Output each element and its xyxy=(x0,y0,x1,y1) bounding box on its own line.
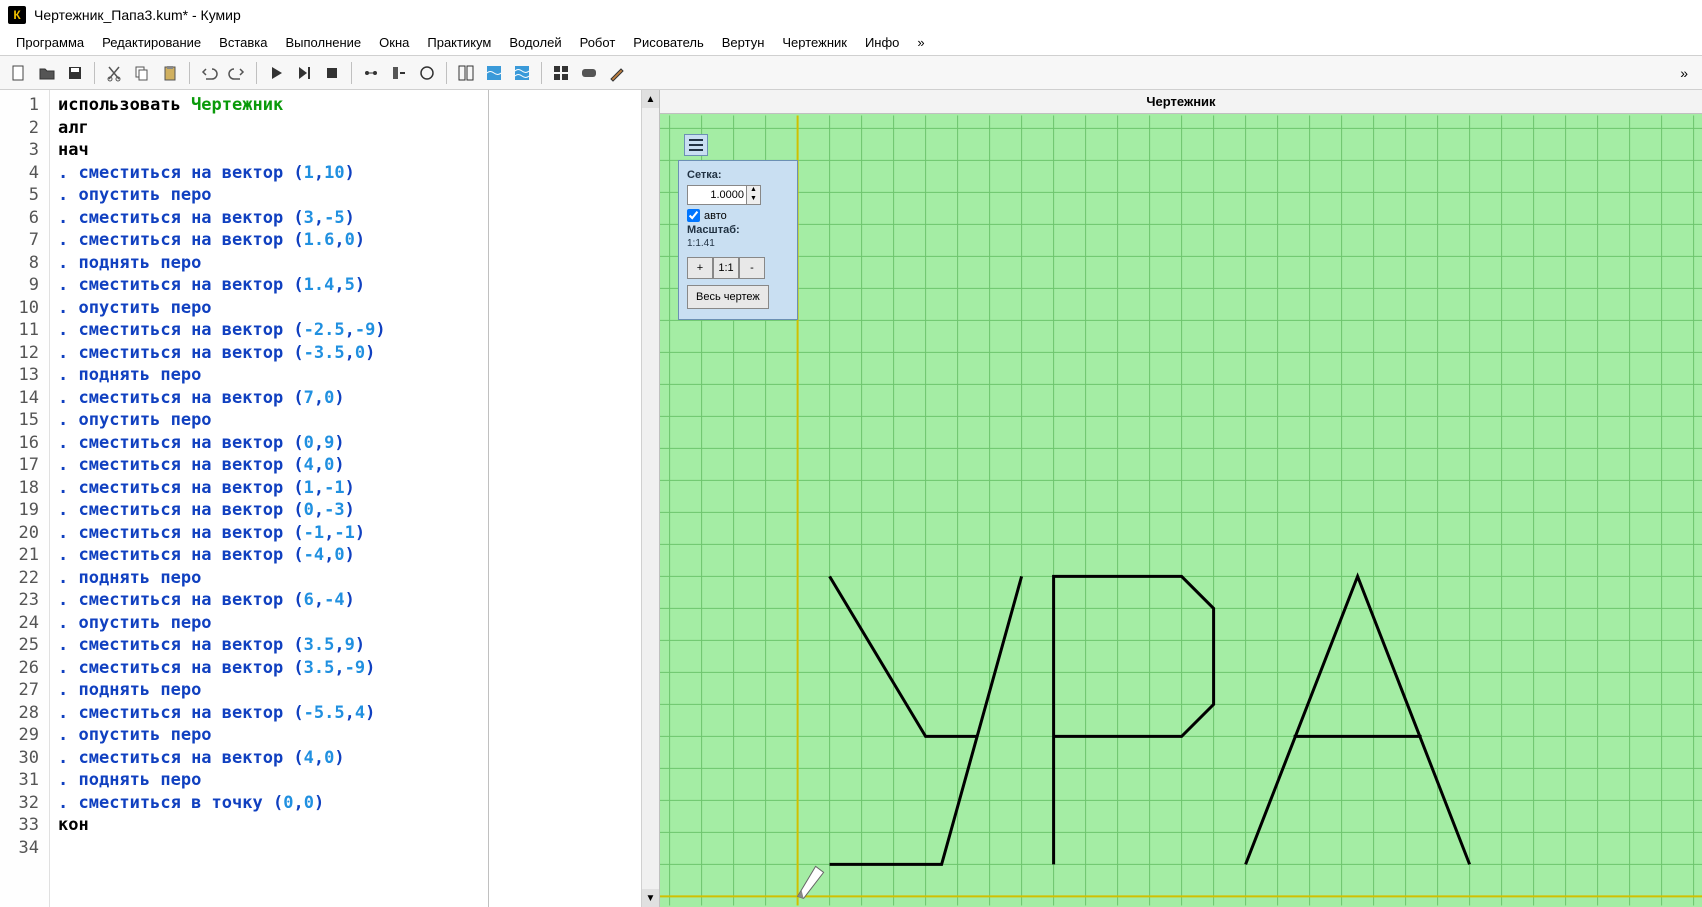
drawing-canvas[interactable]: Сетка: ▲▼ авто Масштаб: 1:1.41 + 1:1 - xyxy=(660,114,1702,907)
zoom-in-button[interactable]: + xyxy=(687,257,713,279)
menu-инфо[interactable]: Инфо xyxy=(857,32,907,53)
brush-icon[interactable] xyxy=(604,60,630,86)
tool-icon-1[interactable] xyxy=(358,60,384,86)
spinner-arrows[interactable]: ▲▼ xyxy=(747,185,761,205)
new-file-icon[interactable] xyxy=(6,60,32,86)
scale-label: Масштаб: xyxy=(687,224,789,236)
canvas-title: Чертежник xyxy=(660,90,1702,114)
window-title: Чертежник_Папа3.kum* - Кумир xyxy=(34,7,241,23)
scroll-up-icon[interactable]: ▲ xyxy=(642,90,659,108)
fit-all-button[interactable]: Весь чертеж xyxy=(687,285,769,309)
step-icon[interactable] xyxy=(291,60,317,86)
separator xyxy=(94,62,95,84)
tool-icon-2[interactable] xyxy=(386,60,412,86)
tool-icon-3[interactable] xyxy=(414,60,440,86)
scrollbar[interactable]: ▲ ▼ xyxy=(641,90,659,907)
grid-label: Сетка: xyxy=(687,169,789,181)
menu-рисователь[interactable]: Рисователь xyxy=(625,32,711,53)
toolbar: » xyxy=(0,56,1702,90)
titlebar: К Чертежник_Папа3.kum* - Кумир xyxy=(0,0,1702,30)
cut-icon[interactable] xyxy=(101,60,127,86)
redo-icon[interactable] xyxy=(224,60,250,86)
copy-icon[interactable] xyxy=(129,60,155,86)
menu-робот[interactable]: Робот xyxy=(572,32,624,53)
menu-практикум[interactable]: Практикум xyxy=(419,32,499,53)
separator xyxy=(446,62,447,84)
menu-окна[interactable]: Окна xyxy=(371,32,417,53)
menu-»[interactable]: » xyxy=(909,32,932,53)
layout-icon-1[interactable] xyxy=(453,60,479,86)
menu-водолей[interactable]: Водолей xyxy=(501,32,569,53)
water-icon-2[interactable] xyxy=(509,60,535,86)
auto-label: авто xyxy=(704,210,727,222)
margin-line xyxy=(488,90,489,907)
canvas-controls: Сетка: ▲▼ авто Масштаб: 1:1.41 + 1:1 - xyxy=(678,160,798,320)
separator xyxy=(541,62,542,84)
separator xyxy=(189,62,190,84)
zoom-reset-button[interactable]: 1:1 xyxy=(713,257,739,279)
save-file-icon[interactable] xyxy=(62,60,88,86)
run-icon[interactable] xyxy=(263,60,289,86)
water-icon-1[interactable] xyxy=(481,60,507,86)
stop-icon[interactable] xyxy=(319,60,345,86)
grid-icon[interactable] xyxy=(548,60,574,86)
separator xyxy=(351,62,352,84)
controller-icon[interactable] xyxy=(576,60,602,86)
grid-drawing xyxy=(660,114,1702,907)
line-gutter: 1234567891011121314151617181920212223242… xyxy=(0,90,50,907)
open-file-icon[interactable] xyxy=(34,60,60,86)
scroll-down-icon[interactable]: ▼ xyxy=(642,889,659,907)
menu-выполнение[interactable]: Выполнение xyxy=(277,32,369,53)
toolbar-overflow[interactable]: » xyxy=(1672,65,1696,81)
canvas-panel: Чертежник Сетка: ▲▼ авто Масштаб xyxy=(660,90,1702,907)
menu-чертежник[interactable]: Чертежник xyxy=(774,32,855,53)
menu-редактирование[interactable]: Редактирование xyxy=(94,32,209,53)
code-editor[interactable]: 1234567891011121314151617181920212223242… xyxy=(0,90,660,907)
grid-value-input[interactable] xyxy=(687,185,747,205)
separator xyxy=(256,62,257,84)
hamburger-icon[interactable] xyxy=(684,134,708,156)
app-icon: К xyxy=(8,6,26,24)
auto-checkbox[interactable] xyxy=(687,209,700,222)
menu-программа[interactable]: Программа xyxy=(8,32,92,53)
menubar: ПрограммаРедактированиеВставкаВыполнение… xyxy=(0,30,1702,56)
menu-вставка[interactable]: Вставка xyxy=(211,32,275,53)
zoom-out-button[interactable]: - xyxy=(739,257,765,279)
code-area[interactable]: использовать Чертежникалгнач. сместиться… xyxy=(50,90,641,907)
scale-value: 1:1.41 xyxy=(687,238,789,249)
paste-icon[interactable] xyxy=(157,60,183,86)
undo-icon[interactable] xyxy=(196,60,222,86)
menu-вертун[interactable]: Вертун xyxy=(714,32,773,53)
